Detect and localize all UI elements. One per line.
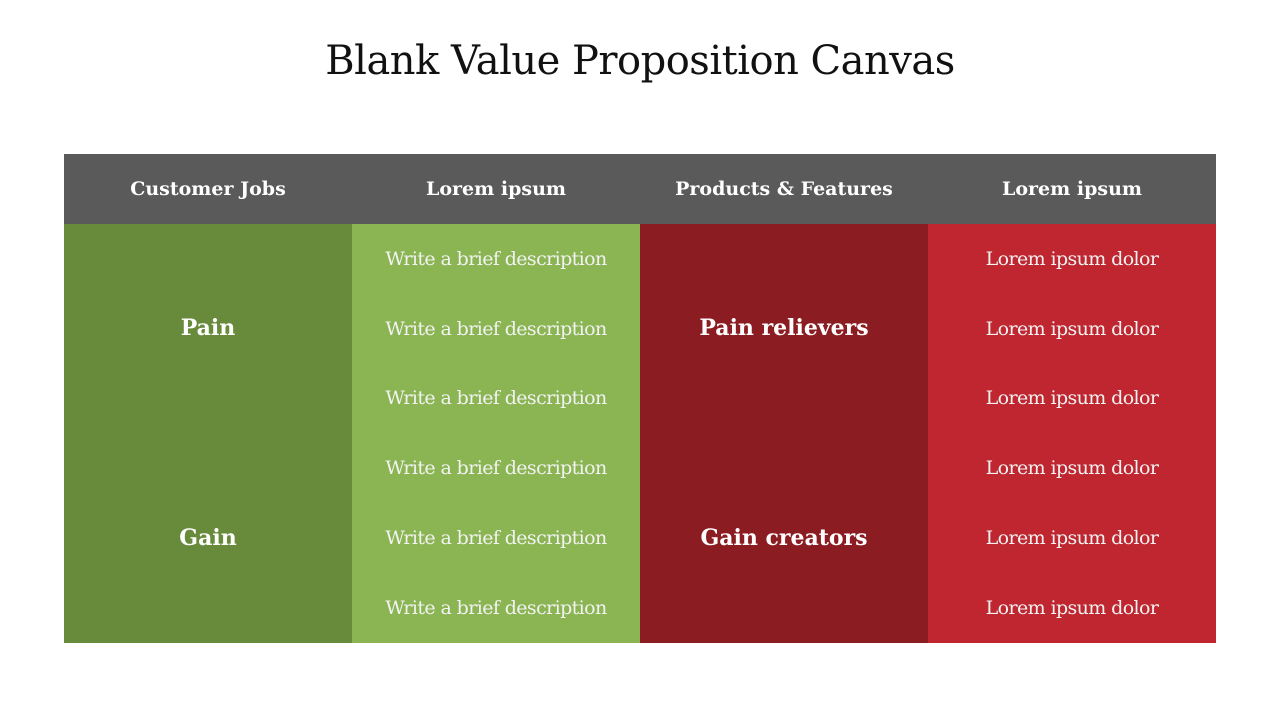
value-proposition-table: Customer Jobs Lorem ipsum Products & Fea… [64,154,1216,643]
descriptions-column: Write a brief description Write a brief … [352,224,640,643]
page-title: Blank Value Proposition Canvas [325,38,955,84]
gain-creators-label: Gain creators [700,525,868,551]
description-item: Write a brief description [385,457,607,479]
lorem-column: Lorem ipsum dolor Lorem ipsum dolor Lore… [928,224,1216,643]
lorem-item: Lorem ipsum dolor [985,318,1159,340]
lorem-item: Lorem ipsum dolor [985,387,1159,409]
description-item: Write a brief description [385,248,607,270]
description-item: Write a brief description [385,527,607,549]
header-lorem-ipsum-1: Lorem ipsum [426,178,566,200]
description-item: Write a brief description [385,387,607,409]
header-lorem-ipsum-2: Lorem ipsum [1002,178,1142,200]
products-features-column: Pain relievers Gain creators [640,224,928,643]
table-body: Pain Gain Write a brief description Writ… [64,224,1216,643]
header-products-features: Products & Features [675,178,893,200]
pain-label: Pain [180,315,236,341]
lorem-item: Lorem ipsum dolor [985,527,1159,549]
customer-jobs-column: Pain Gain [64,224,352,643]
gain-label: Gain [179,525,237,551]
lorem-item: Lorem ipsum dolor [985,457,1159,479]
lorem-item: Lorem ipsum dolor [985,597,1159,619]
table-header: Customer Jobs Lorem ipsum Products & Fea… [64,154,1216,224]
description-item: Write a brief description [385,597,607,619]
description-item: Write a brief description [385,318,607,340]
lorem-item: Lorem ipsum dolor [985,248,1159,270]
header-customer-jobs: Customer Jobs [130,178,286,200]
pain-relievers-label: Pain relievers [699,315,869,341]
